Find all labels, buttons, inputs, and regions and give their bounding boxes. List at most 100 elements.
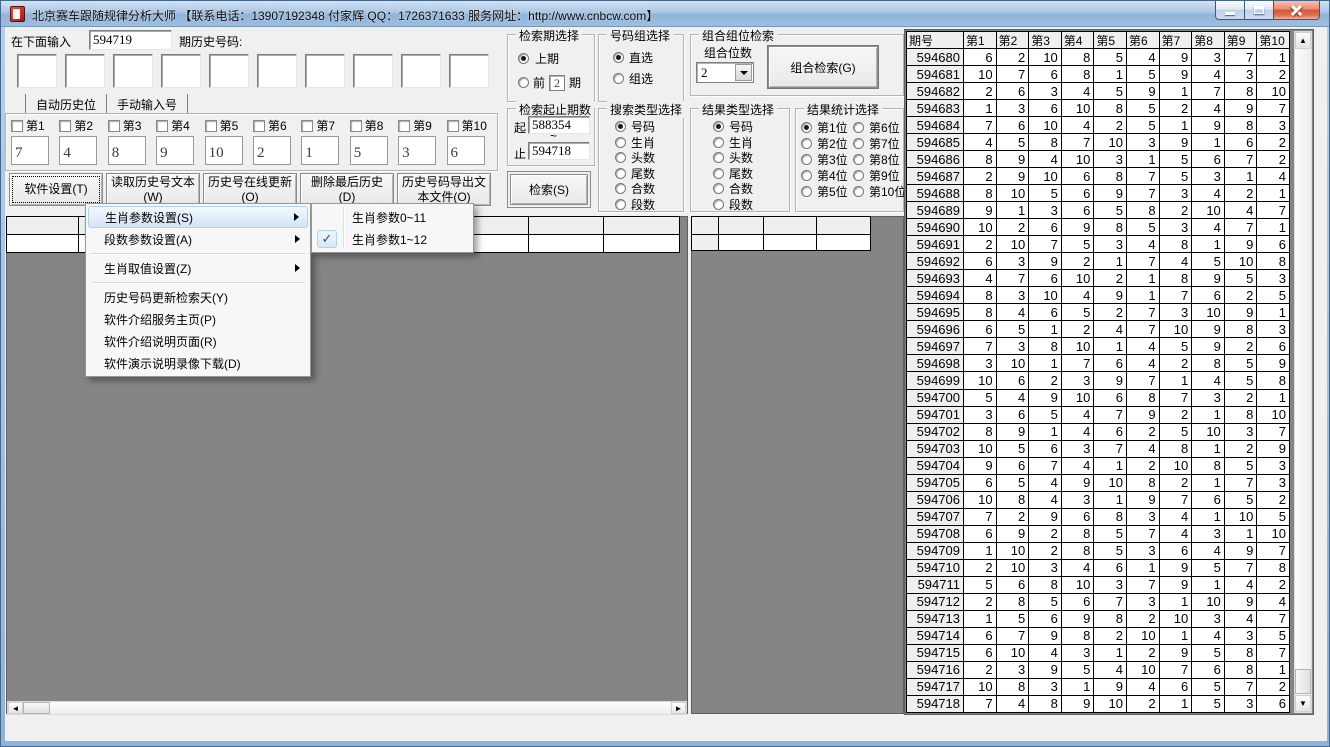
submenu-item[interactable]: 生肖参数0~11 bbox=[314, 206, 471, 228]
result-stat-option[interactable]: 第7位 bbox=[853, 135, 902, 151]
search-period-option-last[interactable]: 上期 bbox=[518, 50, 594, 67]
position-value-box[interactable]: 6 bbox=[447, 136, 485, 165]
history-digit-box[interactable] bbox=[353, 54, 393, 88]
result-stat-option[interactable]: 第8位 bbox=[853, 151, 902, 167]
table-value-cell: 4 bbox=[1094, 662, 1127, 679]
result-stat-option[interactable]: 第6位 bbox=[853, 119, 902, 135]
toolbar-button-3[interactable]: 历史号在线更新(O) bbox=[203, 173, 297, 206]
menu-item[interactable]: 生肖取值设置(Z) bbox=[88, 257, 308, 279]
position-value-box[interactable]: 9 bbox=[156, 136, 194, 165]
result-type-option[interactable]: 头数 bbox=[713, 150, 789, 166]
position-value-box[interactable]: 10 bbox=[205, 136, 243, 165]
combo-search-button[interactable]: 组合检索(G) bbox=[768, 46, 878, 88]
position-checkbox[interactable] bbox=[11, 120, 23, 132]
history-digit-box[interactable] bbox=[17, 54, 57, 88]
position-checkbox[interactable] bbox=[59, 120, 71, 132]
scroll-up-button[interactable]: ▲ bbox=[1295, 32, 1311, 49]
result-stat-option[interactable]: 第2位 bbox=[801, 135, 850, 151]
search-button[interactable]: 检索(S) bbox=[510, 174, 588, 205]
result-type-option[interactable]: 号码 bbox=[713, 119, 789, 135]
title-bar[interactable]: 北京赛车跟随规律分析大师 【联系电话：13907192348 付家辉 QQ：17… bbox=[1, 1, 1329, 27]
scroll-down-button[interactable]: ▼ bbox=[1295, 695, 1311, 712]
table-value-cell: 1 bbox=[964, 543, 997, 560]
scroll-right-button[interactable]: ► bbox=[671, 702, 686, 714]
toolbar-button-1[interactable]: 软件设置(T) bbox=[9, 173, 103, 206]
horizontal-scrollbar[interactable]: ◄ ► bbox=[7, 701, 687, 715]
tab-auto-history[interactable]: 自动历史位 bbox=[26, 94, 107, 113]
position-checkbox[interactable] bbox=[205, 120, 217, 132]
result-type-option[interactable]: 尾数 bbox=[713, 166, 789, 182]
history-digit-box[interactable] bbox=[113, 54, 153, 88]
position-value-box[interactable]: 3 bbox=[398, 136, 436, 165]
submenu-item[interactable]: ✓生肖参数1~12 bbox=[314, 228, 471, 250]
search-period-option-prev-n[interactable]: 前 2 期 bbox=[518, 74, 594, 91]
table-value-cell: 5 bbox=[1094, 202, 1127, 219]
result-stat-option[interactable]: 第5位 bbox=[801, 183, 850, 199]
history-digit-box[interactable] bbox=[257, 54, 297, 88]
search-type-option[interactable]: 生肖 bbox=[615, 135, 683, 151]
prev-n-input[interactable]: 2 bbox=[549, 75, 565, 91]
horizontal-scroll-thumb[interactable] bbox=[23, 702, 50, 714]
position-value-box[interactable]: 7 bbox=[11, 136, 49, 165]
menu-item[interactable]: 软件介绍服务主页(P) bbox=[88, 308, 308, 330]
toolbar-button-5[interactable]: 历史号码导出文本文件(O) bbox=[397, 173, 491, 206]
position-value-box[interactable]: 5 bbox=[350, 136, 388, 165]
period-input[interactable] bbox=[89, 30, 172, 50]
search-type-option[interactable]: 头数 bbox=[615, 150, 683, 166]
search-type-option[interactable]: 号码 bbox=[615, 119, 683, 135]
result-stat-option[interactable]: 第9位 bbox=[853, 167, 902, 183]
position-value-box[interactable]: 4 bbox=[59, 136, 97, 165]
history-digit-box[interactable] bbox=[65, 54, 105, 88]
history-digit-box[interactable] bbox=[305, 54, 345, 88]
result-type-option[interactable]: 段数 bbox=[713, 197, 789, 213]
menu-item[interactable]: 生肖参数设置(S) bbox=[88, 206, 308, 228]
position-value-box[interactable]: 2 bbox=[253, 136, 291, 165]
number-group-option[interactable]: 直选 bbox=[613, 50, 683, 65]
position-cell: 第85 bbox=[350, 118, 398, 165]
position-checkbox[interactable] bbox=[398, 120, 410, 132]
menu-item[interactable]: 历史号码更新检索天(Y) bbox=[88, 286, 308, 308]
range-start-input[interactable] bbox=[528, 116, 590, 134]
result-stat-option[interactable]: 第1位 bbox=[801, 119, 850, 135]
menu-item[interactable]: 软件介绍说明页面(R) bbox=[88, 330, 308, 352]
toolbar-button-2[interactable]: 读取历史号文本(W) bbox=[106, 173, 200, 206]
result-stat-option[interactable]: 第10位 bbox=[853, 183, 902, 199]
combo-dropdown-button[interactable] bbox=[735, 64, 752, 81]
result-type-option[interactable]: 生肖 bbox=[713, 135, 789, 151]
position-checkbox[interactable] bbox=[108, 120, 120, 132]
history-digit-box[interactable] bbox=[161, 54, 201, 88]
position-checkbox[interactable] bbox=[350, 120, 362, 132]
combo-positions-select[interactable]: 2 bbox=[696, 62, 754, 83]
position-value-box[interactable]: 8 bbox=[108, 136, 146, 165]
range-end-input[interactable] bbox=[528, 142, 590, 160]
toolbar-button-4[interactable]: 删除最后历史(D) bbox=[300, 173, 394, 206]
table-value-cell: 4 bbox=[1192, 100, 1225, 117]
vertical-scroll-thumb[interactable] bbox=[1295, 669, 1311, 694]
history-digit-box[interactable] bbox=[401, 54, 441, 88]
menu-item[interactable]: 软件演示说明录像下载(D) bbox=[88, 352, 308, 374]
maximize-button[interactable] bbox=[1245, 1, 1274, 20]
history-table[interactable]: 期号第1第2第3第4第5第6第7第8第9第1059468062108549371… bbox=[906, 31, 1290, 713]
position-checkbox[interactable] bbox=[447, 120, 459, 132]
minimize-button[interactable] bbox=[1215, 1, 1245, 20]
tab-manual-input[interactable]: 手动输入号 bbox=[107, 94, 188, 113]
table-period-cell: 594718 bbox=[907, 696, 964, 713]
position-checkbox[interactable] bbox=[253, 120, 265, 132]
vertical-scrollbar[interactable]: ▲ ▼ bbox=[1294, 31, 1312, 713]
position-value-box[interactable]: 1 bbox=[301, 136, 339, 165]
menu-item[interactable]: 段数参数设置(A) bbox=[88, 228, 308, 250]
number-group-option[interactable]: 组选 bbox=[613, 71, 683, 86]
search-type-option[interactable]: 合数 bbox=[615, 181, 683, 197]
result-stat-option[interactable]: 第3位 bbox=[801, 151, 850, 167]
history-digit-box[interactable] bbox=[209, 54, 249, 88]
table-value-cell: 2 bbox=[1160, 202, 1193, 219]
result-stat-option[interactable]: 第4位 bbox=[801, 167, 850, 183]
scroll-left-button[interactable]: ◄ bbox=[8, 702, 23, 714]
result-type-option[interactable]: 合数 bbox=[713, 181, 789, 197]
position-checkbox[interactable] bbox=[301, 120, 313, 132]
position-checkbox[interactable] bbox=[156, 120, 168, 132]
close-button[interactable] bbox=[1274, 1, 1320, 20]
history-digit-box[interactable] bbox=[449, 54, 489, 88]
search-type-option[interactable]: 段数 bbox=[615, 197, 683, 213]
search-type-option[interactable]: 尾数 bbox=[615, 166, 683, 182]
